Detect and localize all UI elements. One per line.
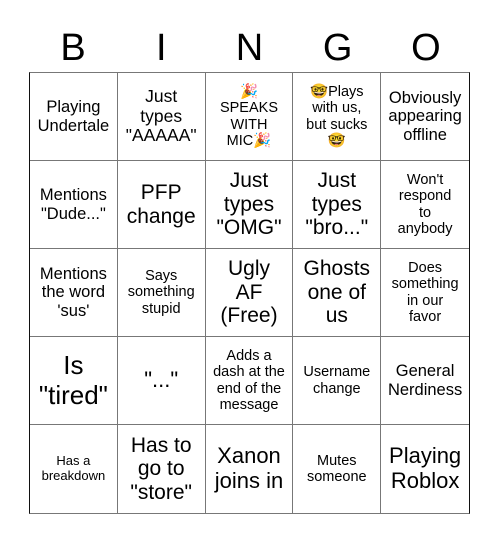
bingo-cell-text: Playing Undertale <box>37 98 110 135</box>
bingo-cell-text: 🎉 SPEAKS WITH MIC🎉 <box>219 84 278 149</box>
bingo-cell[interactable]: PFP change <box>117 161 206 249</box>
bingo-cell-text: Mutes someone <box>306 452 367 485</box>
bingo-cell-text: Is "tired" <box>38 350 108 410</box>
bingo-cell[interactable]: Obviously appearing offline <box>381 73 469 161</box>
bingo-cell-text: Does something in our favor <box>391 260 459 325</box>
bingo-cell-text: Mentions "Dude..." <box>39 186 107 223</box>
bingo-cell-text: Has a breakdown <box>41 453 106 483</box>
bingo-cell-text: Mentions the word 'sus' <box>39 264 107 320</box>
bingo-cell-text: 🤓Plays with us, but sucks 🤓 <box>306 84 368 149</box>
bingo-cell[interactable]: Won't respond to anybody <box>381 161 469 249</box>
header-letter-b: B <box>60 27 86 69</box>
bingo-cell-text: Has to go to "store" <box>130 433 192 504</box>
bingo-grid: Playing Undertale Just types "AAAAA" 🎉 SPE… <box>29 72 470 514</box>
bingo-cell[interactable]: Adds a dash at the end of the message <box>205 337 294 425</box>
bingo-cell[interactable]: Is "tired" <box>30 337 118 425</box>
bingo-cell[interactable]: Just types "OMG" <box>205 161 294 249</box>
bingo-cell-text: General Nerdiness <box>387 362 463 399</box>
bingo-cell-text: Just types "bro..." <box>305 169 369 240</box>
bingo-cell-text: Ugly AF (Free) <box>220 257 278 328</box>
bingo-cell-text: Xanon joins in <box>214 443 284 493</box>
bingo-cell[interactable]: Username change <box>293 337 382 425</box>
bingo-cell-text: Won't respond to anybody <box>397 172 453 237</box>
bingo-cell[interactable]: Ghosts one of us <box>293 249 382 337</box>
bingo-cell-text: Playing Roblox <box>389 443 462 493</box>
bingo-cell-text: "..." <box>144 367 179 393</box>
bingo-cell[interactable]: Does something in our favor <box>381 249 469 337</box>
bingo-cell-text: Says something stupid <box>127 268 195 317</box>
bingo-cell[interactable]: Mentions "Dude..." <box>30 161 118 249</box>
bingo-cell[interactable]: General Nerdiness <box>381 337 469 425</box>
header-letter-o: O <box>411 27 441 69</box>
header-letter-g: G <box>322 27 353 69</box>
bingo-cell[interactable]: 🤓Plays with us, but sucks 🤓 <box>293 73 382 161</box>
bingo-header: B I N G O <box>29 24 470 72</box>
bingo-cell[interactable]: Has a breakdown <box>30 425 118 513</box>
bingo-cell-text: PFP change <box>126 180 196 228</box>
bingo-cell[interactable]: 🎉 SPEAKS WITH MIC🎉 <box>205 73 294 161</box>
header-letter-i: I <box>156 27 167 69</box>
header-letter-n: N <box>235 27 264 69</box>
bingo-cell[interactable]: Xanon joins in <box>206 425 294 513</box>
bingo-cell[interactable]: Playing Undertale <box>30 73 118 161</box>
bingo-cell[interactable]: Just types "bro..." <box>293 161 382 249</box>
bingo-cell[interactable]: Says something stupid <box>117 249 206 337</box>
bingo-cell[interactable]: Playing Roblox <box>381 425 469 513</box>
bingo-cell[interactable]: Has to go to "store" <box>118 425 206 513</box>
bingo-cell[interactable]: Mentions the word 'sus' <box>30 249 118 337</box>
bingo-cell-text: Username change <box>303 364 371 397</box>
bingo-cell[interactable]: "..." <box>117 337 206 425</box>
bingo-cell-text: Ghosts one of us <box>303 257 371 328</box>
bingo-cell[interactable]: Just types "AAAAA" <box>117 73 206 161</box>
bingo-cell[interactable]: Mutes someone <box>293 425 382 513</box>
bingo-cell-text: Obviously appearing offline <box>388 88 462 144</box>
bingo-cell[interactable]: Ugly AF (Free) <box>205 249 294 337</box>
bingo-cell-text: Just types "OMG" <box>216 169 282 240</box>
bingo-cell-text: Adds a dash at the end of the message <box>213 348 285 413</box>
bingo-cell-text: Just types "AAAAA" <box>125 86 197 146</box>
